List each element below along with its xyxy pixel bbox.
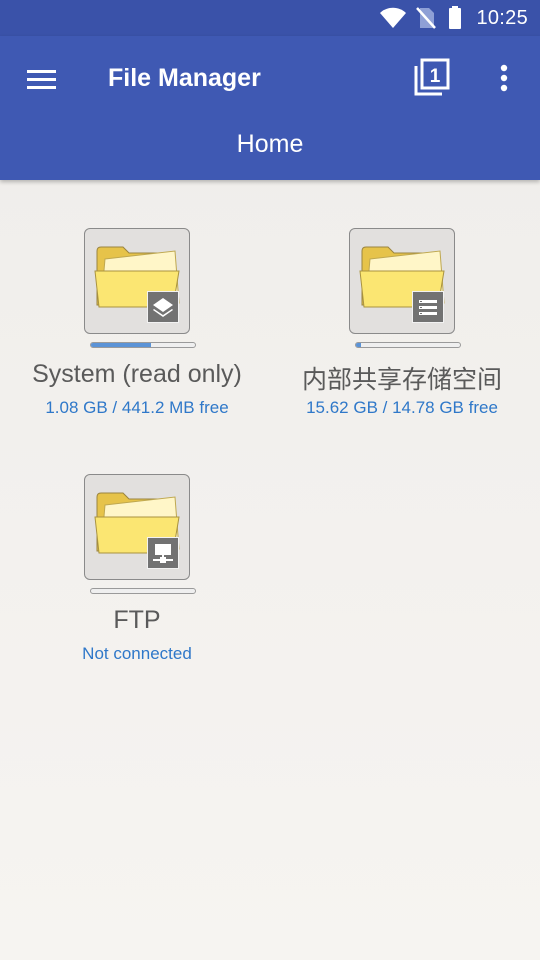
hamburger-menu-icon xyxy=(27,70,56,89)
volume-internal-storage[interactable]: 内部共享存储空间 15.62 GB / 14.78 GB free xyxy=(272,228,532,428)
volume-icon xyxy=(84,474,190,580)
volume-icon xyxy=(349,228,455,334)
usage-bar-fill xyxy=(356,343,362,347)
more-vert-icon xyxy=(500,64,508,92)
volume-info: 1.08 GB / 441.2 MB free xyxy=(45,398,229,417)
tab-home[interactable]: Home xyxy=(0,130,540,159)
volume-ftp[interactable]: FTP Not connected xyxy=(7,474,267,674)
usage-bar xyxy=(90,342,196,348)
usage-bar-fill xyxy=(91,343,152,347)
volume-info: 15.62 GB / 14.78 GB free xyxy=(306,398,498,417)
app-title: File Manager xyxy=(108,64,261,92)
volume-badge xyxy=(147,291,179,323)
volume-name: 内部共享存储空间 xyxy=(301,366,502,394)
storage-icon xyxy=(419,300,437,315)
volume-badge xyxy=(147,537,179,569)
usage-bar xyxy=(355,342,461,348)
tab-count: 1 xyxy=(430,66,441,87)
volume-icon xyxy=(84,228,190,334)
network-icon xyxy=(153,544,173,563)
tab-count-icon: 1 xyxy=(414,58,450,96)
status-clock: 10:25 xyxy=(476,7,528,29)
usage-bar xyxy=(90,588,196,594)
overflow-menu-button[interactable] xyxy=(484,56,524,100)
menu-button[interactable] xyxy=(20,58,64,102)
layers-icon xyxy=(153,298,173,317)
volume-info: Not connected xyxy=(82,644,192,663)
volume-badge xyxy=(412,291,444,323)
app-bar: File Manager 1 Home xyxy=(0,36,540,180)
volume-name: System (read only) xyxy=(32,360,242,388)
volume-system[interactable]: System (read only) 1.08 GB / 441.2 MB fr… xyxy=(7,228,267,428)
battery-icon xyxy=(449,6,461,29)
tab-switcher-button[interactable]: 1 xyxy=(410,56,454,100)
no-sim-icon xyxy=(416,7,436,29)
wifi-icon xyxy=(380,7,406,28)
volume-name: FTP xyxy=(113,606,161,634)
status-bar: 10:25 xyxy=(0,0,540,36)
